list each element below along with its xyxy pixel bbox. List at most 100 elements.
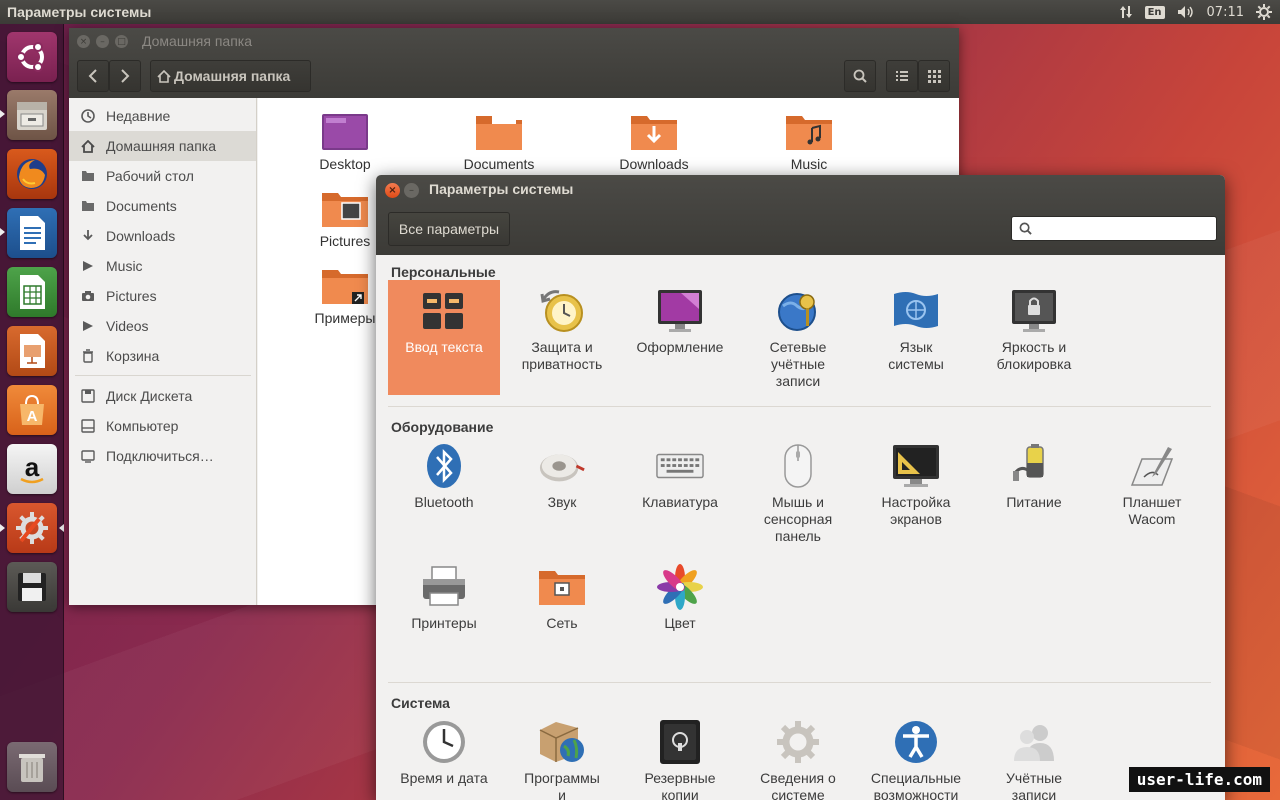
all-settings-button[interactable]: Все параметры	[388, 212, 510, 246]
home-icon	[157, 69, 171, 83]
tile-label: Специальные	[870, 770, 962, 786]
folder-item[interactable]: Desktop	[290, 112, 400, 172]
tile-date-time[interactable]: Время и дата	[388, 711, 500, 787]
tile-system-details[interactable]: Сведения о системе	[742, 711, 854, 800]
sidebar-item-computer[interactable]: Компьютер	[69, 411, 256, 441]
music-icon	[80, 258, 96, 274]
tile-online-accounts[interactable]: Сетевые учётные записи	[742, 280, 854, 390]
tile-mouse-touchpad[interactable]: Мышь и сенсорная панель	[742, 435, 854, 545]
close-icon[interactable]: ×	[385, 183, 400, 198]
sidebar-item-label: Корзина	[106, 348, 160, 364]
sidebar-item-documents[interactable]: Documents	[69, 191, 256, 221]
tile-power[interactable]: Питание	[978, 435, 1090, 511]
grid-view-button[interactable]	[918, 60, 950, 92]
sidebar-item-downloads[interactable]: Downloads	[69, 221, 256, 251]
folder-item[interactable]: Downloads	[599, 112, 709, 172]
impress-icon[interactable]	[7, 326, 57, 376]
clock-text[interactable]: 07:11	[1207, 5, 1244, 20]
amazon-icon[interactable]: a	[7, 444, 57, 494]
list-view-icon	[895, 70, 909, 82]
top-panel: Параметры системы En 07:11	[0, 0, 1280, 24]
launcher: A a	[0, 24, 64, 800]
speaker-icon	[538, 442, 586, 490]
users-icon	[1010, 718, 1058, 766]
clock-icon	[80, 108, 96, 124]
sidebar-item-pictures[interactable]: Pictures	[69, 281, 256, 311]
section-title-hardware: Оборудование	[391, 419, 494, 435]
tile-displays[interactable]: Настройка экранов	[860, 435, 972, 528]
folder-label: Documents	[463, 156, 535, 172]
tile-user-accounts[interactable]: Учётные записи	[978, 711, 1090, 800]
running-indicator	[0, 524, 5, 532]
folder-item[interactable]: Documents	[444, 112, 554, 172]
keyboard-layout-indicator[interactable]: En	[1144, 5, 1165, 19]
tile-printers[interactable]: Принтеры	[388, 556, 500, 632]
tile-language[interactable]: Язык системы	[860, 280, 972, 373]
folder-label: Desktop	[319, 156, 371, 172]
tile-label: Bluetooth	[414, 494, 474, 510]
tile-color[interactable]: Цвет	[624, 556, 736, 632]
tile-accessibility[interactable]: Специальные возможности	[860, 711, 972, 800]
tile-keyboard[interactable]: Клавиатура	[624, 435, 736, 511]
keyboard-icon	[656, 442, 704, 490]
music-folder-icon	[786, 112, 832, 152]
sidebar-item-trash[interactable]: Корзина	[69, 341, 256, 371]
focused-indicator	[59, 524, 64, 532]
minimize-icon[interactable]: –	[96, 35, 109, 48]
tile-brightness-lock[interactable]: Яркость и блокировка	[978, 280, 1090, 373]
minimize-icon[interactable]: –	[404, 183, 419, 198]
tile-backups[interactable]: Резервные копии	[624, 711, 736, 800]
sidebar-item-recent[interactable]: Недавние	[69, 101, 256, 131]
settings-search-input[interactable]	[1038, 218, 1208, 239]
calc-icon[interactable]	[7, 267, 57, 317]
folder-icon	[80, 168, 96, 184]
settings-window-title: Параметры системы	[429, 181, 574, 197]
tile-sound[interactable]: Звук	[506, 435, 618, 511]
writer-icon[interactable]	[7, 208, 57, 258]
ubuntu-logo-icon[interactable]	[7, 32, 57, 82]
sidebar-item-floppy[interactable]: Диск Дискета	[69, 381, 256, 411]
tile-bluetooth[interactable]: Bluetooth	[388, 435, 500, 511]
section-title-personal: Персональные	[391, 264, 496, 280]
path-bar-home-button[interactable]: Домашняя папка	[150, 60, 311, 92]
trash-icon[interactable]	[7, 742, 57, 792]
tile-wacom-tablet[interactable]: Планшет Wacom	[1096, 435, 1208, 528]
sidebar-item-label: Домашняя папка	[106, 138, 217, 154]
tile-label: Язык	[899, 339, 933, 355]
volume-icon[interactable]	[1177, 5, 1195, 19]
tile-label: Резервные	[644, 770, 716, 786]
software-center-icon[interactable]: A	[7, 385, 57, 435]
tile-appearance[interactable]: Оформление	[624, 280, 736, 356]
system-settings-icon[interactable]	[7, 503, 57, 553]
grid-view-icon	[927, 69, 941, 83]
sidebar-item-music[interactable]: Music	[69, 251, 256, 281]
floppy-icon[interactable]	[7, 562, 57, 612]
firefox-icon[interactable]	[7, 149, 57, 199]
close-icon[interactable]: ×	[77, 35, 90, 48]
sidebar-item-videos[interactable]: Videos	[69, 311, 256, 341]
maximize-icon[interactable]: □	[115, 35, 128, 48]
tile-text-entry[interactable]: Ввод текста	[388, 280, 500, 395]
folder-item[interactable]: Music	[754, 112, 864, 172]
files-icon[interactable]	[7, 90, 57, 140]
accessibility-icon	[892, 718, 940, 766]
settings-search-box[interactable]	[1011, 216, 1217, 241]
tile-software-updates[interactable]: Программы и	[506, 711, 618, 800]
list-view-button[interactable]	[886, 60, 918, 92]
sidebar-item-home[interactable]: Домашняя папка	[69, 131, 256, 161]
tile-network[interactable]: Сеть	[506, 556, 618, 632]
monitor-appearance-icon	[656, 287, 704, 335]
tile-label: Сеть	[546, 615, 578, 631]
forward-button[interactable]	[109, 60, 141, 92]
back-button[interactable]	[77, 60, 109, 92]
sidebar-item-connect[interactable]: Подключиться…	[69, 441, 256, 471]
tile-security-privacy[interactable]: Защита и приватность	[506, 280, 618, 373]
tile-label: Ввод текста	[405, 339, 483, 355]
session-gear-icon[interactable]	[1256, 4, 1272, 20]
sidebar-item-desktop[interactable]: Рабочий стол	[69, 161, 256, 191]
tile-label: Защита и	[531, 339, 593, 355]
section-title-system: Система	[391, 695, 450, 711]
network-arrows-icon[interactable]	[1119, 5, 1133, 19]
battery-plug-icon	[1010, 442, 1058, 490]
search-button[interactable]	[844, 60, 876, 92]
